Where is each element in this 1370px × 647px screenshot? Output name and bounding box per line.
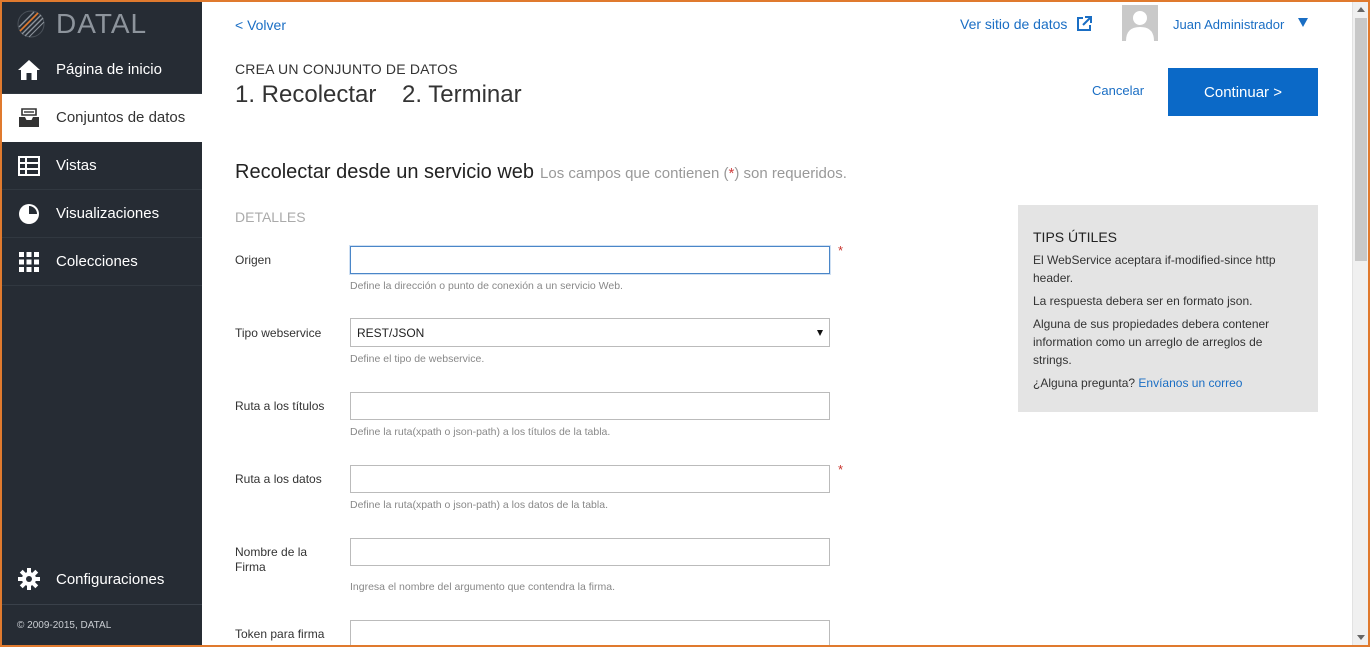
origin-input[interactable] <box>350 246 830 274</box>
titles-path-input[interactable] <box>350 392 830 420</box>
origin-help: Define la dirección o punto de conexión … <box>350 280 623 292</box>
copyright: © 2009-2015, DATAL <box>17 620 112 631</box>
brand-name: DATAL <box>56 8 148 39</box>
sidebar-item-collections[interactable]: Colecciones <box>2 238 202 286</box>
view-data-site-label: Ver sitio de datos <box>960 16 1068 32</box>
sidebar-item-visualizations[interactable]: Visualizaciones <box>2 190 202 238</box>
cancel-button[interactable]: Cancelar <box>1092 83 1144 98</box>
sidebar-item-home[interactable]: Página de inicio <box>2 46 202 94</box>
required-marker: * <box>838 462 844 477</box>
tip-item: Alguna de sus propiedades debera contene… <box>1033 317 1270 367</box>
back-link[interactable]: < Volver <box>235 17 286 33</box>
tips-title: TIPS ÚTILES <box>1033 229 1118 245</box>
sidebar-item-label: Conjuntos de datos <box>56 109 186 126</box>
sidebar-item-datasets[interactable]: Conjuntos de datos <box>2 94 202 142</box>
wizard-step-collect: 1. Recolectar <box>235 81 377 108</box>
contact-email-link[interactable]: Envíanos un correo <box>1138 376 1242 390</box>
form-title: Recolectar desde un servicio web <box>235 161 535 183</box>
signature-name-help: Ingresa el nombre del argumento que cont… <box>350 581 615 593</box>
tips-panel: TIPS ÚTILES El WebService aceptara if-mo… <box>1018 205 1318 412</box>
sidebar-item-label: Visualizaciones <box>56 205 160 222</box>
origin-label: Origen <box>235 253 272 267</box>
grid-icon <box>2 251 56 272</box>
data-path-label: Ruta a los datos <box>235 472 322 486</box>
external-link-icon <box>1077 16 1093 31</box>
webservice-type-value: REST/JSON <box>357 325 425 340</box>
sidebar-item-label: Configuraciones <box>56 570 165 588</box>
continue-button[interactable]: Continuar > <box>1168 68 1318 116</box>
tip-question: ¿Alguna pregunta? Envíanos un correo <box>1033 376 1243 390</box>
main-content: < Volver Ver sitio de datos Juan Adminis… <box>202 2 1352 647</box>
sidebar-item-settings[interactable]: Configuraciones <box>2 555 202 603</box>
tip-item: El WebService aceptara if-modified-since… <box>1033 253 1276 285</box>
datal-logo-icon <box>17 10 45 38</box>
user-menu-name[interactable]: Juan Administrador <box>1173 17 1284 32</box>
gear-icon <box>2 568 56 590</box>
caret-down-icon[interactable] <box>1298 18 1308 27</box>
signature-name-input[interactable] <box>350 538 830 566</box>
webservice-type-help: Define el tipo de webservice. <box>350 353 485 365</box>
table-icon <box>2 155 56 176</box>
signature-name-label: Nombre de la Firma <box>235 545 308 574</box>
scroll-up-arrow-icon[interactable] <box>1357 7 1365 12</box>
sidebar-item-label: Vistas <box>56 157 97 174</box>
sidebar-item-label: Página de inicio <box>56 61 162 78</box>
form-heading: Recolectar desde un servicio web Los cam… <box>235 161 847 184</box>
signature-token-input[interactable] <box>350 620 830 647</box>
user-silhouette-icon <box>1126 11 1154 41</box>
details-section-label: DETALLES <box>235 209 306 225</box>
wizard-title: CREA UN CONJUNTO DE DATOS <box>235 61 458 77</box>
sidebar-item-views[interactable]: Vistas <box>2 142 202 190</box>
scrollbar-thumb[interactable] <box>1355 18 1367 261</box>
pie-chart-icon <box>2 203 56 225</box>
brand[interactable]: DATAL <box>2 2 202 46</box>
form-required-note: Los campos que contienen (*) son requeri… <box>540 165 847 182</box>
home-icon <box>2 59 56 81</box>
scroll-down-arrow-icon[interactable] <box>1357 635 1365 640</box>
caret-down-icon <box>817 330 823 336</box>
sidebar-item-label: Colecciones <box>56 253 138 270</box>
sidebar: DATAL Página de inicio Conjuntos de dato… <box>2 2 202 645</box>
sidebar-divider <box>2 604 202 605</box>
tip-item: La respuesta debera ser en formato json. <box>1033 294 1253 308</box>
vertical-scrollbar[interactable] <box>1352 2 1368 645</box>
wizard-step-finish: 2. Terminar <box>402 81 522 108</box>
titles-path-help: Define la ruta(xpath o json-path) a los … <box>350 426 611 438</box>
inbox-icon <box>2 107 56 129</box>
webservice-type-select[interactable]: REST/JSON <box>350 318 830 347</box>
avatar[interactable] <box>1122 5 1158 41</box>
required-marker: * <box>838 243 844 258</box>
titles-path-label: Ruta a los títulos <box>235 399 325 413</box>
webservice-type-label: Tipo webservice <box>235 326 322 340</box>
view-data-site-link[interactable]: Ver sitio de datos <box>960 15 1093 33</box>
signature-token-label: Token para firma <box>235 627 325 641</box>
data-path-help: Define la ruta(xpath o json-path) a los … <box>350 499 608 511</box>
data-path-input[interactable] <box>350 465 830 493</box>
